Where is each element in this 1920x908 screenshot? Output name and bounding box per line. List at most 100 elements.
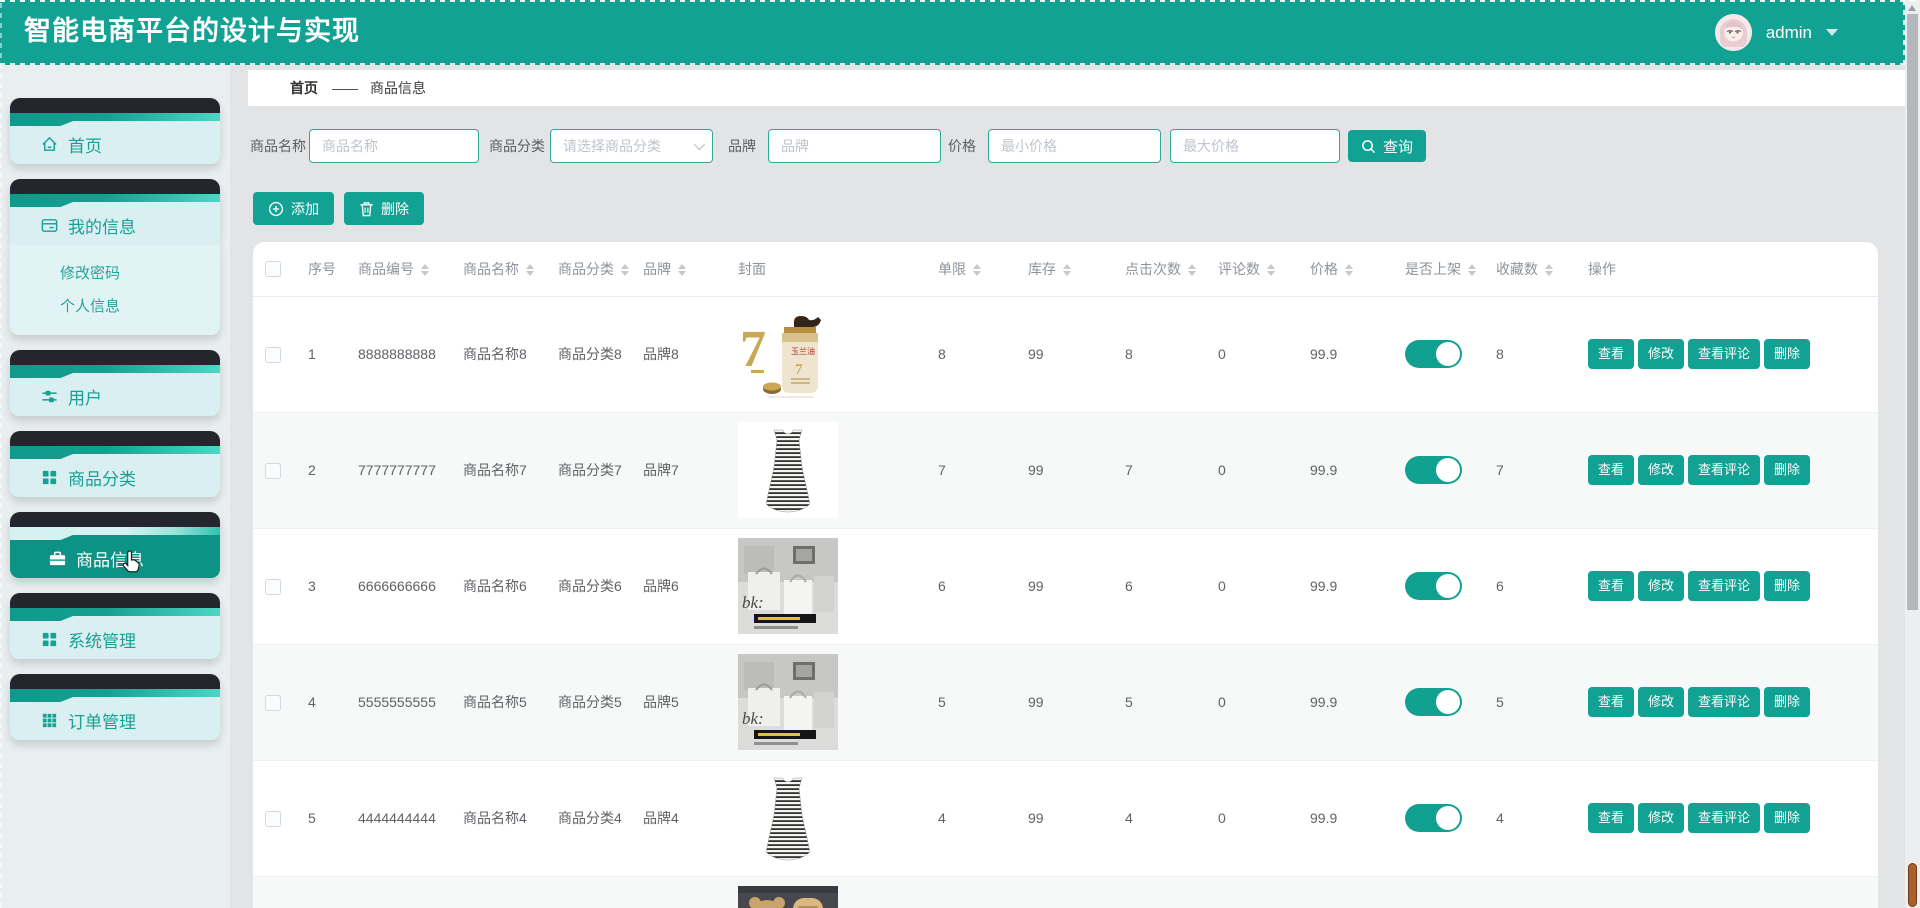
product-name-input[interactable]	[309, 129, 479, 163]
select-all-checkbox[interactable]	[265, 261, 281, 277]
sort-icon[interactable]	[621, 264, 629, 276]
product-cover-image: bk:	[738, 538, 838, 634]
cell-brand: 品牌7	[631, 412, 726, 528]
sidebar-item-system-management[interactable]: 系统管理	[10, 593, 220, 659]
sort-icon[interactable]	[526, 264, 534, 276]
row-action-view-comments[interactable]: 查看评论	[1688, 455, 1760, 485]
column-header[interactable]: 收藏数	[1484, 242, 1576, 296]
price-max-input[interactable]	[1170, 129, 1340, 163]
sidebar-item-product-category[interactable]: 商品分类	[10, 431, 220, 497]
id-card-icon	[40, 216, 59, 235]
sidebar-item-users[interactable]: 用户	[10, 350, 220, 416]
column-header[interactable]: 品牌	[631, 242, 726, 296]
product-cover-image	[738, 422, 838, 518]
cell-favorites: 4	[1484, 760, 1576, 876]
row-action-edit[interactable]: 修改	[1638, 687, 1684, 717]
sort-icon[interactable]	[1468, 264, 1476, 276]
column-header[interactable]: 是否上架	[1393, 242, 1484, 296]
row-action-view-comments[interactable]: 查看评论	[1688, 571, 1760, 601]
sidebar-item-label: 用户	[68, 384, 102, 409]
sidebar-item-my-info[interactable]: 我的信息	[10, 179, 220, 245]
row-action-view[interactable]: 查看	[1588, 803, 1634, 833]
cell-brand	[631, 876, 726, 908]
row-action-delete[interactable]: 删除	[1764, 571, 1810, 601]
search-button[interactable]: 查询	[1348, 130, 1426, 162]
cell-index: 6	[296, 876, 346, 908]
sort-icon[interactable]	[678, 264, 686, 276]
row-action-delete[interactable]: 删除	[1764, 687, 1810, 717]
column-header[interactable]: 点击次数	[1113, 242, 1206, 296]
sort-icon[interactable]	[973, 264, 981, 276]
price-min-input[interactable]	[988, 129, 1161, 163]
cell-favorites: 6	[1484, 528, 1576, 644]
cell-product-code: 6666666666	[346, 528, 451, 644]
row-action-edit[interactable]: 修改	[1638, 455, 1684, 485]
cell-limit: 7	[926, 412, 1016, 528]
user-dropdown-caret-icon[interactable]	[1826, 29, 1838, 36]
sidebar-item-home[interactable]: 首页	[10, 98, 220, 164]
username[interactable]: admin	[1766, 23, 1812, 43]
brand-input[interactable]	[768, 129, 941, 163]
on-shelf-toggle[interactable]	[1405, 456, 1462, 484]
sort-icon[interactable]	[1545, 264, 1553, 276]
scrollbar-up-arrow-icon[interactable]	[1908, 5, 1916, 11]
sidebar-subitem-personal-info[interactable]: 个人信息	[10, 290, 220, 323]
column-header[interactable]: 价格	[1298, 242, 1393, 296]
cell-product-code: 7777777777	[346, 412, 451, 528]
scrollbar-thumb[interactable]	[1907, 14, 1918, 610]
sort-icon[interactable]	[1188, 264, 1196, 276]
sidebar-item-product-info[interactable]: 商品信息	[10, 512, 220, 578]
vertical-scrollbar[interactable]	[1905, 0, 1920, 908]
row-action-view[interactable]: 查看	[1588, 687, 1634, 717]
row-checkbox[interactable]	[265, 463, 281, 479]
sidebar-item-order-management[interactable]: 订单管理	[10, 674, 220, 740]
product-table: 序号商品编号商品名称商品分类品牌封面单限库存点击次数评论数价格是否上架收藏数操作…	[253, 242, 1878, 908]
row-action-view[interactable]: 查看	[1588, 339, 1634, 369]
screenshot-dashed-border-left	[0, 0, 2, 908]
toggle-knob	[1436, 806, 1460, 830]
sort-icon[interactable]	[1267, 264, 1275, 276]
column-header[interactable]: 商品名称	[451, 242, 546, 296]
row-action-delete[interactable]: 删除	[1764, 455, 1810, 485]
row-action-delete[interactable]: 删除	[1764, 339, 1810, 369]
on-shelf-toggle[interactable]	[1405, 688, 1462, 716]
avatar	[1715, 14, 1752, 51]
row-checkbox[interactable]	[265, 579, 281, 595]
toggle-knob	[1436, 574, 1460, 598]
on-shelf-toggle[interactable]	[1405, 572, 1462, 600]
row-action-view-comments[interactable]: 查看评论	[1688, 339, 1760, 369]
sort-icon[interactable]	[421, 264, 429, 276]
breadcrumb-home-link[interactable]: 首页	[290, 78, 318, 98]
product-cover-image	[738, 886, 838, 908]
on-shelf-toggle[interactable]	[1405, 340, 1462, 368]
column-header[interactable]: 商品分类	[546, 242, 631, 296]
mouse-cursor-icon	[120, 550, 143, 575]
sort-icon[interactable]	[1345, 264, 1353, 276]
category-select[interactable]: 请选择商品分类	[550, 129, 713, 163]
row-checkbox[interactable]	[265, 695, 281, 711]
on-shelf-toggle[interactable]	[1405, 804, 1462, 832]
column-header[interactable]: 单限	[926, 242, 1016, 296]
delete-button[interactable]: 删除	[344, 192, 424, 225]
sidebar-subitem-change-password[interactable]: 修改密码	[10, 257, 220, 290]
row-action-edit[interactable]: 修改	[1638, 339, 1684, 369]
row-checkbox[interactable]	[265, 811, 281, 827]
row-action-delete[interactable]: 删除	[1764, 803, 1810, 833]
sort-icon[interactable]	[1063, 264, 1071, 276]
row-action-view-comments[interactable]: 查看评论	[1688, 803, 1760, 833]
cell-product-name	[451, 876, 546, 908]
column-header[interactable]: 库存	[1016, 242, 1113, 296]
row-action-edit[interactable]: 修改	[1638, 571, 1684, 601]
row-action-edit[interactable]: 修改	[1638, 803, 1684, 833]
row-checkbox[interactable]	[265, 347, 281, 363]
row-action-view[interactable]: 查看	[1588, 455, 1634, 485]
add-button[interactable]: 添加	[253, 192, 334, 225]
column-header[interactable]: 评论数	[1206, 242, 1298, 296]
card-top-bar	[10, 431, 220, 446]
cell-category: 商品分类5	[546, 644, 631, 760]
column-header[interactable]: 商品编号	[346, 242, 451, 296]
row-action-view-comments[interactable]: 查看评论	[1688, 687, 1760, 717]
user-menu[interactable]: admin	[1715, 0, 1838, 65]
sidebar-item-label: 订单管理	[68, 708, 136, 733]
row-action-view[interactable]: 查看	[1588, 571, 1634, 601]
